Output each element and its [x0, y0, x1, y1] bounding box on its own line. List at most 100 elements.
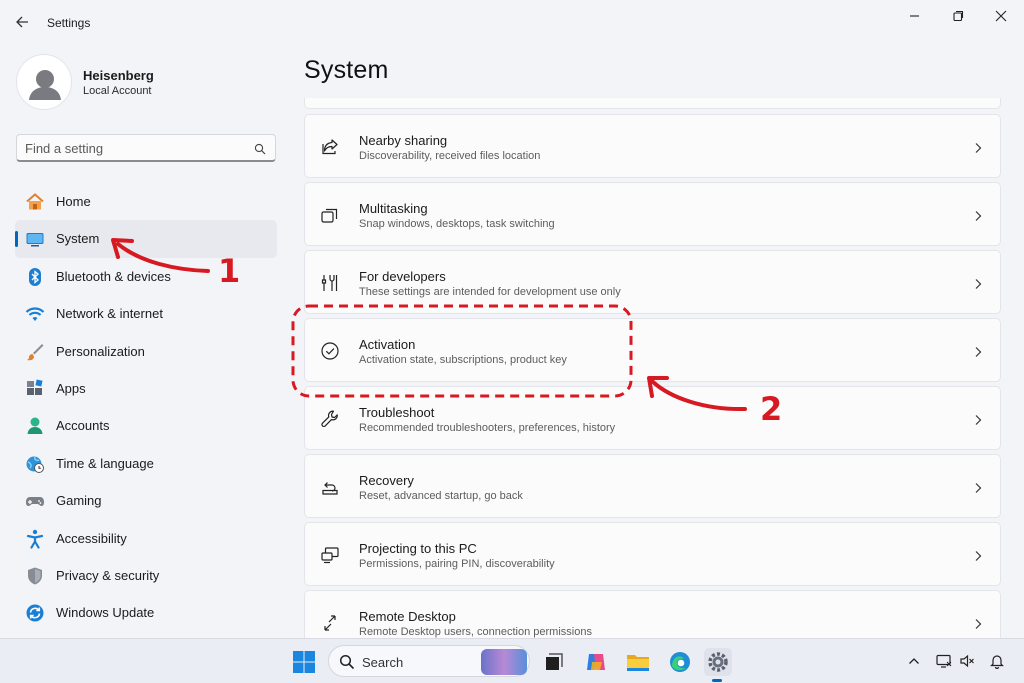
search-icon — [254, 142, 266, 155]
back-button[interactable] — [12, 12, 34, 32]
card-nearby-sharing[interactable]: Nearby sharing Discoverability, received… — [304, 114, 1001, 178]
restore-button[interactable] — [947, 8, 969, 24]
taskbar-search[interactable]: Search — [328, 645, 530, 677]
settings-window: Settings Heisenberg Local Account Find a… — [0, 0, 1024, 638]
card-activation[interactable]: Activation Activation state, subscriptio… — [304, 318, 1001, 382]
start-icon — [293, 651, 315, 673]
sidebar-item-home[interactable]: Home — [15, 183, 277, 220]
chevron-right-icon — [974, 277, 982, 289]
card-description: Snap windows, desktops, task switching — [359, 218, 555, 230]
sidebar-item-label: Gaming — [56, 493, 102, 509]
show-hidden-icons-button[interactable] — [906, 653, 922, 669]
edge-icon — [670, 652, 690, 672]
copilot-icon — [587, 654, 605, 670]
minimize-icon — [910, 15, 919, 17]
taskbar-search-label: Search — [362, 655, 404, 670]
sidebar-item-network[interactable]: Network & internet — [15, 295, 277, 332]
card-description: Reset, advanced startup, go back — [359, 490, 523, 502]
wifi-icon — [25, 304, 45, 324]
card-for-developers[interactable]: For developers These settings are intend… — [304, 250, 1001, 314]
account-type: Local Account — [83, 85, 152, 97]
sidebar-item-label: Windows Update — [56, 605, 155, 621]
card-description: These settings are intended for developm… — [359, 286, 621, 298]
sidebar-item-personalization[interactable]: Personalization — [15, 333, 277, 370]
file-explorer-icon — [627, 655, 649, 671]
projecting-icon — [320, 545, 340, 565]
card-projecting[interactable]: Projecting to this PC Permissions, pairi… — [304, 522, 1001, 586]
sidebar-item-label: Personalization — [56, 343, 145, 359]
task-view-icon — [546, 653, 563, 670]
minimize-button[interactable] — [903, 8, 925, 24]
title-bar: Settings — [0, 0, 1024, 44]
user-profile[interactable]: Heisenberg Local Account — [16, 54, 276, 110]
chevron-up-icon — [909, 658, 919, 664]
settings-search[interactable] — [16, 134, 276, 162]
sidebar-item-label: Bluetooth & devices — [56, 268, 171, 284]
back-arrow-icon — [16, 16, 28, 28]
sidebar-item-accounts[interactable]: Accounts — [15, 407, 277, 444]
active-app-indicator — [712, 679, 722, 682]
wrench-icon — [320, 409, 340, 429]
recovery-icon — [320, 477, 340, 497]
settings-list: Nearby sharing Discoverability, received… — [304, 98, 1001, 638]
brush-icon — [25, 342, 45, 362]
system-icon — [25, 229, 45, 249]
card-title: Recovery — [359, 473, 414, 488]
sidebar-item-bluetooth[interactable]: Bluetooth & devices — [15, 258, 277, 295]
sidebar-item-gaming[interactable]: Gaming — [15, 482, 277, 519]
sidebar-item-label: Accessibility — [56, 530, 127, 546]
gamepad-icon — [25, 491, 45, 511]
copilot-button[interactable] — [580, 646, 612, 678]
card-remote-desktop[interactable]: Remote Desktop Remote Desktop users, con… — [304, 590, 1001, 638]
update-icon — [25, 603, 45, 623]
card-title: Remote Desktop — [359, 609, 456, 624]
sidebar-item-system[interactable]: System — [15, 220, 277, 258]
task-view-button[interactable] — [538, 646, 570, 678]
sidebar-item-windows-update[interactable]: Windows Update — [15, 594, 277, 631]
notifications-button[interactable] — [989, 653, 1005, 670]
sidebar-nav: Home System Bluetooth & devices Network … — [15, 183, 277, 632]
chevron-right-icon — [974, 481, 982, 493]
close-window-button[interactable] — [990, 8, 1012, 24]
shield-icon — [25, 566, 45, 586]
card-troubleshoot[interactable]: Troubleshoot Recommended troubleshooters… — [304, 386, 1001, 450]
sidebar-item-apps[interactable]: Apps — [15, 370, 277, 407]
volume-button[interactable] — [959, 653, 975, 669]
card-title: For developers — [359, 269, 446, 284]
sidebar-item-accessibility[interactable]: Accessibility — [15, 520, 277, 557]
card-description: Recommended troubleshooters, preferences… — [359, 422, 616, 434]
avatar — [16, 54, 72, 110]
file-explorer-button[interactable] — [622, 646, 654, 678]
home-icon — [25, 192, 45, 212]
apps-icon — [25, 379, 45, 399]
chevron-right-icon — [974, 345, 982, 357]
chevron-right-icon — [974, 549, 982, 561]
sidebar-item-label: Network & internet — [56, 306, 163, 322]
settings-taskbar-button[interactable] — [702, 646, 734, 678]
network-status-button[interactable] — [936, 653, 952, 669]
globe-clock-icon — [25, 454, 45, 474]
card-title: Multitasking — [359, 201, 428, 216]
restore-icon — [953, 10, 964, 22]
bell-icon — [990, 655, 1004, 670]
sidebar-item-time-language[interactable]: Time & language — [15, 445, 277, 482]
chevron-right-icon — [974, 617, 982, 629]
search-input[interactable] — [25, 139, 245, 157]
card-description: Discoverability, received files location — [359, 150, 541, 162]
sidebar-item-label: Privacy & security — [56, 567, 160, 583]
network-monitor-icon — [936, 654, 952, 668]
app-title: Settings — [47, 16, 91, 30]
sidebar-item-label: Apps — [56, 380, 86, 396]
sidebar-item-label: Accounts — [56, 418, 110, 434]
share-icon — [320, 137, 340, 157]
sidebar-item-privacy[interactable]: Privacy & security — [15, 557, 277, 594]
developer-tools-icon — [320, 273, 340, 293]
card-multitasking[interactable]: Multitasking Snap windows, desktops, tas… — [304, 182, 1001, 246]
page-title: System — [304, 56, 389, 84]
edge-button[interactable] — [664, 646, 696, 678]
card-title: Nearby sharing — [359, 133, 448, 148]
sidebar-item-label: Home — [56, 194, 91, 209]
card-recovery[interactable]: Recovery Reset, advanced startup, go bac… — [304, 454, 1001, 518]
sidebar-item-label: System — [56, 231, 100, 247]
start-button[interactable] — [288, 646, 320, 678]
